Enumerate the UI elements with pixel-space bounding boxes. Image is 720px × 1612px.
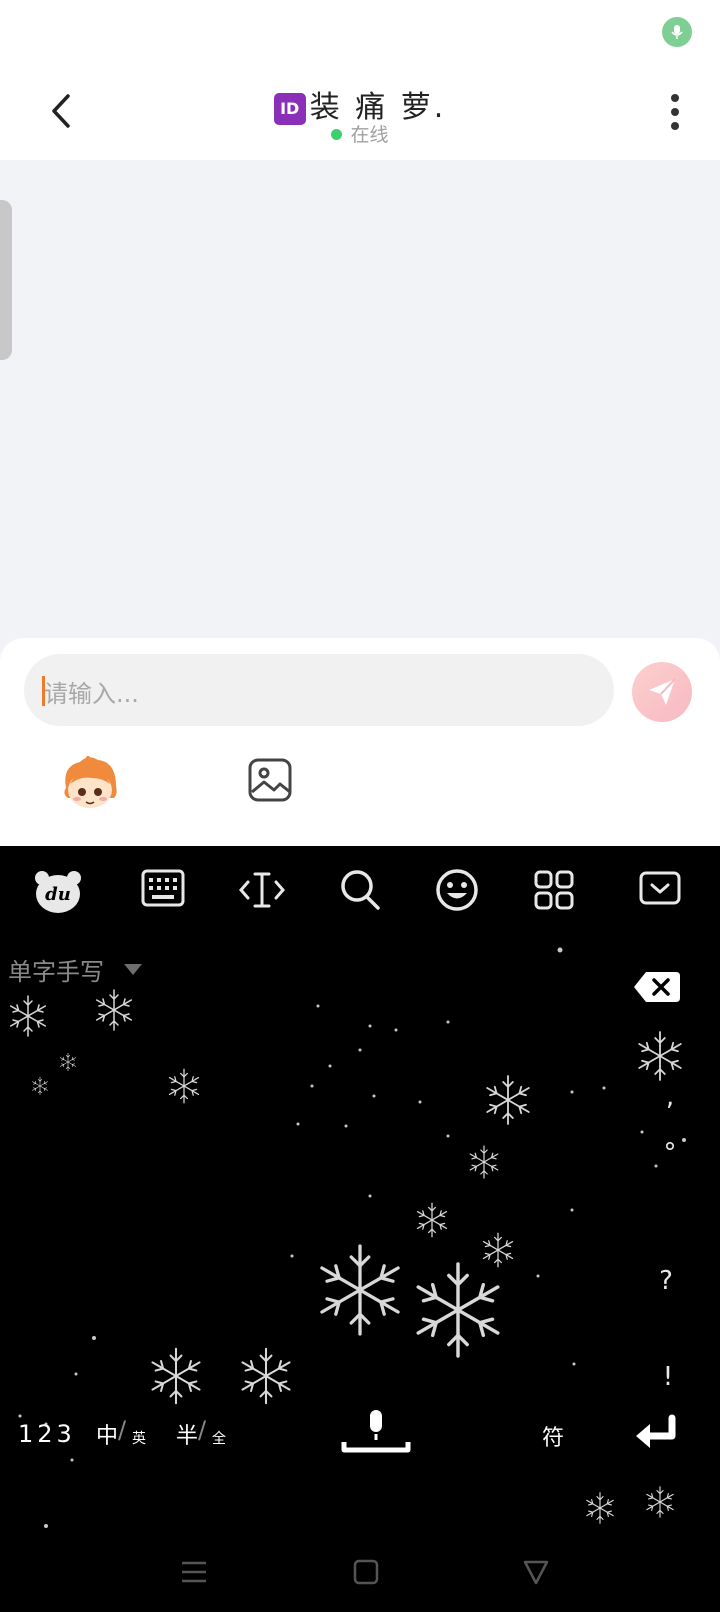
voice-input-icon	[341, 1410, 411, 1453]
more-dot	[671, 122, 679, 130]
keyboard-icon	[141, 869, 185, 907]
emoji-icon	[436, 869, 478, 911]
send-button[interactable]	[632, 662, 692, 722]
message-list[interactable]	[0, 160, 720, 638]
sticker-icon	[64, 756, 117, 808]
input-placeholder: 请输入...	[44, 680, 139, 708]
sticker-button[interactable]	[58, 754, 122, 814]
punct-period-key[interactable]: °	[640, 1138, 700, 1178]
svg-text:du: du	[45, 884, 71, 905]
online-dot-icon	[331, 129, 343, 140]
input-panel: 请输入...	[0, 638, 720, 846]
nav-home-icon	[353, 1559, 379, 1585]
enter-key[interactable]	[632, 1414, 680, 1454]
ime-keyboard: du 单字手写 , ° ? ! 123 中 / 英 半 / 全 符	[0, 846, 720, 1612]
nav-back-icon	[523, 1560, 549, 1585]
keyboard-switch-button[interactable]	[140, 868, 192, 916]
status-bar	[0, 0, 720, 62]
full-width-label: 全	[212, 1431, 226, 1447]
collapse-keyboard-button[interactable]	[638, 868, 690, 916]
width-slash: /	[198, 1416, 207, 1444]
handwriting-mode-label[interactable]: 单字手写	[8, 952, 104, 987]
send-icon	[649, 678, 676, 705]
numbers-key[interactable]: 123	[18, 1420, 76, 1448]
nav-home-button[interactable]	[352, 1558, 380, 1586]
apps-grid-icon	[534, 870, 574, 910]
online-status-text: 在线	[350, 124, 389, 146]
du-logo-button[interactable]: du	[32, 868, 84, 916]
cursor-move-button[interactable]	[238, 868, 290, 916]
system-nav-bar	[0, 1542, 720, 1612]
symbols-key[interactable]: 符	[542, 1420, 564, 1452]
image-icon	[248, 758, 292, 802]
nav-menu-button[interactable]	[180, 1558, 208, 1586]
more-options-button[interactable]	[660, 90, 690, 134]
more-vertical-icon	[671, 94, 679, 102]
voice-input-key[interactable]	[340, 1406, 412, 1458]
lang-zh-label: 中	[96, 1424, 119, 1449]
punct-comma-key[interactable]: ,	[640, 1082, 700, 1112]
lang-slash: /	[118, 1416, 127, 1444]
chevron-down-icon[interactable]	[124, 964, 142, 975]
nav-back-button[interactable]	[522, 1558, 550, 1586]
emoji-button[interactable]	[434, 868, 486, 916]
more-dot	[671, 108, 679, 116]
backspace-icon	[634, 972, 680, 1002]
half-width-label: 半	[176, 1424, 199, 1449]
chat-header: ID 装 痛 萝. 在线	[0, 62, 720, 160]
collapse-keyboard-icon	[639, 871, 681, 905]
side-drawer-handle[interactable]	[0, 200, 12, 360]
apps-button[interactable]	[532, 868, 584, 916]
nav-menu-icon	[182, 1561, 206, 1583]
online-status: 在线	[0, 120, 720, 147]
search-button[interactable]	[338, 868, 390, 916]
du-logo-icon: du	[35, 871, 81, 913]
search-icon	[341, 870, 380, 910]
mic-indicator-icon	[662, 17, 692, 47]
enter-icon	[636, 1414, 676, 1448]
width-toggle-key[interactable]: 半 / 全	[176, 1416, 236, 1454]
message-input[interactable]: 请输入...	[24, 654, 614, 726]
image-button[interactable]	[246, 756, 294, 804]
punct-question-key[interactable]: ?	[636, 1266, 696, 1306]
punct-exclaim-key[interactable]: !	[638, 1362, 698, 1402]
cursor-move-icon	[239, 872, 285, 908]
backspace-key[interactable]	[634, 972, 680, 1002]
lang-en-label: 英	[132, 1431, 146, 1447]
handwriting-canvas[interactable]	[0, 996, 620, 1536]
